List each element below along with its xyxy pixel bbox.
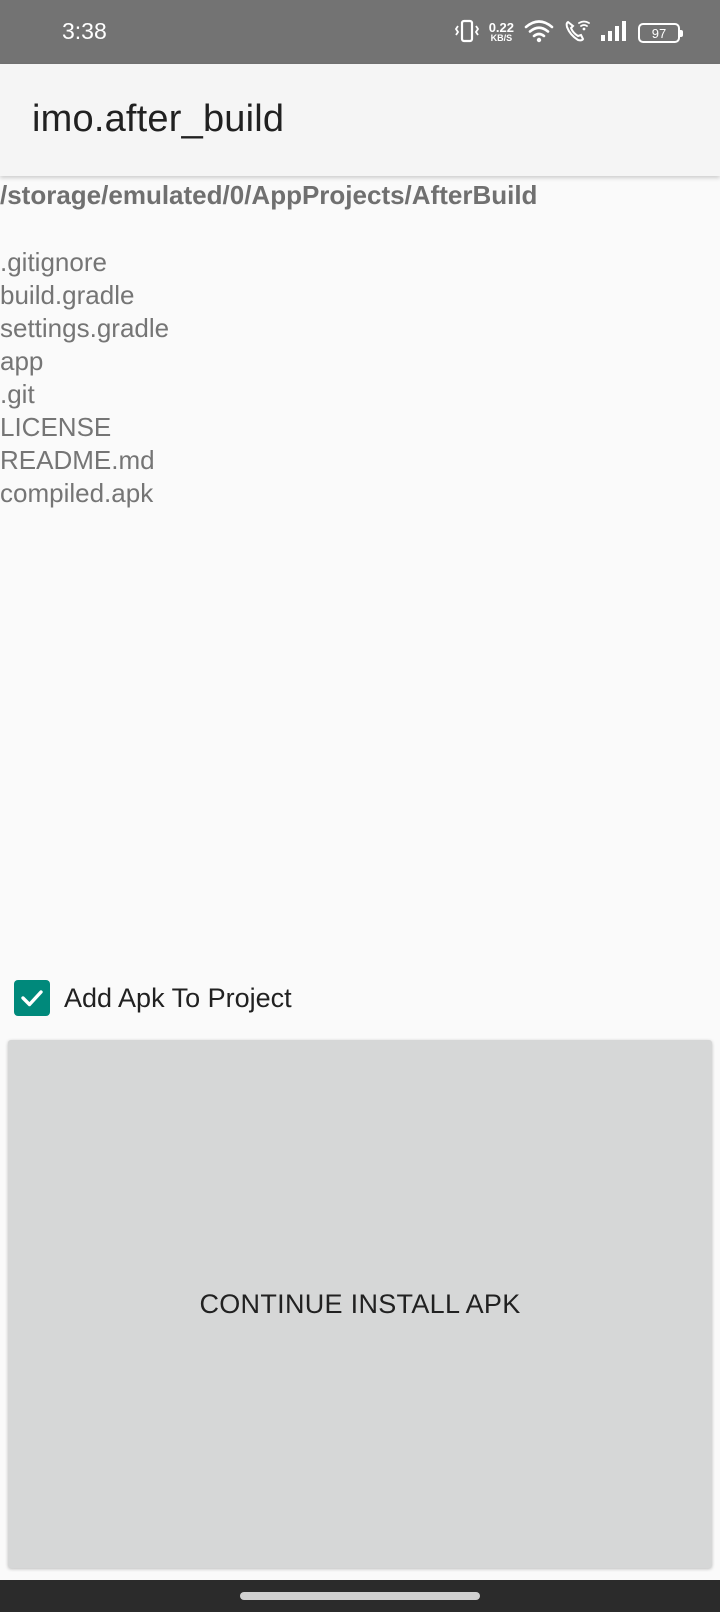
file-item: compiled.apk xyxy=(0,478,154,508)
home-gesture-handle[interactable] xyxy=(240,1592,480,1600)
net-speed-unit: KB/S xyxy=(490,33,513,43)
file-item: build.gradle xyxy=(0,280,135,310)
battery-icon: 97 xyxy=(638,23,683,43)
file-list: .gitignore build.gradle settings.gradle … xyxy=(0,246,169,510)
continue-install-apk-button[interactable]: CONTINUE INSTALL APK xyxy=(8,1040,712,1568)
net-speed-value: 0.22 xyxy=(488,20,514,35)
signal-icon xyxy=(600,20,628,46)
navigation-bar xyxy=(0,1580,720,1612)
checkmark-icon xyxy=(21,990,43,1007)
file-item: README.md xyxy=(0,445,155,475)
add-apk-checkbox[interactable] xyxy=(14,980,50,1016)
app-bar: imo.after_build xyxy=(0,64,720,176)
file-item: .gitignore xyxy=(0,247,107,277)
app-title: imo.after_build xyxy=(32,98,285,140)
file-item: .git xyxy=(0,379,35,409)
status-icons: 0.22 KB/S 97 xyxy=(454,18,683,48)
wifi-call-icon xyxy=(564,19,590,47)
add-apk-checkbox-label[interactable]: Add Apk To Project xyxy=(64,983,292,1014)
status-time: 3:38 xyxy=(62,18,107,44)
continue-install-apk-label: CONTINUE INSTALL APK xyxy=(199,1288,521,1319)
wifi-icon xyxy=(524,19,554,47)
screen: 3:38 0.22 KB/S 97 imo.after_build /stora… xyxy=(0,0,720,1612)
file-item: settings.gradle xyxy=(0,313,170,343)
status-bar: 3:38 0.22 KB/S 97 xyxy=(0,0,720,64)
net-speed: 0.22 KB/S xyxy=(488,20,514,44)
file-item: app xyxy=(0,346,44,376)
file-item: LICENSE xyxy=(0,412,112,442)
project-path: /storage/emulated/0/AppProjects/AfterBui… xyxy=(0,180,538,210)
battery-level: 97 xyxy=(651,25,667,41)
add-apk-checkbox-row[interactable]: Add Apk To Project xyxy=(14,980,292,1016)
vibrate-icon xyxy=(454,18,479,48)
